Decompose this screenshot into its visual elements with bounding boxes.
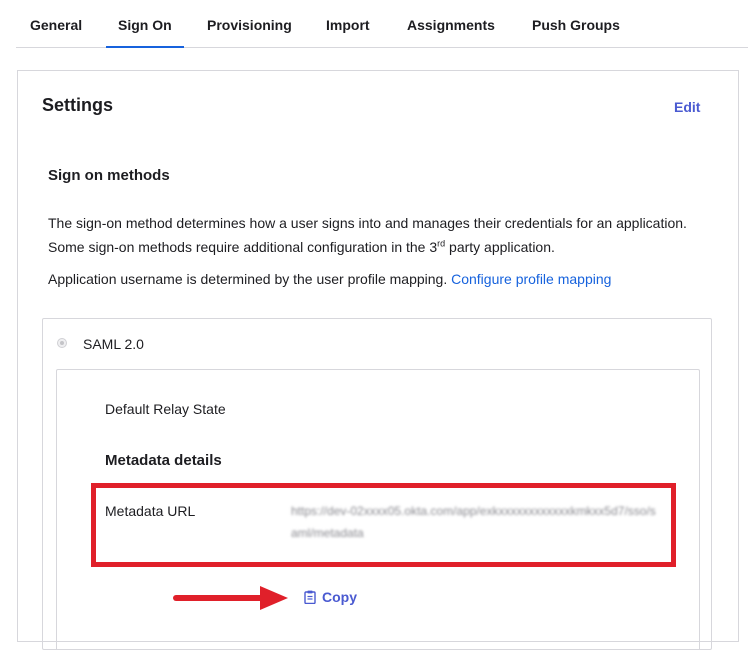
settings-title: Settings (42, 95, 114, 115)
profile-mapping-text: Application username is determined by th… (48, 271, 611, 287)
tab-general[interactable]: General (30, 0, 82, 47)
saml-option-label: SAML 2.0 (83, 336, 144, 352)
sign-on-description: The sign-on method determines how a user… (48, 211, 708, 259)
tab-assignments[interactable]: Assignments (407, 0, 495, 47)
tab-push-groups[interactable]: Push Groups (532, 0, 620, 47)
tab-import[interactable]: Import (326, 0, 370, 47)
clipboard-icon (304, 590, 316, 604)
edit-button[interactable]: Edit (674, 99, 700, 115)
tab-provisioning[interactable]: Provisioning (207, 0, 292, 47)
tab-sign-on[interactable]: Sign On (106, 0, 184, 48)
mapping-text: Application username is determined by th… (48, 271, 452, 287)
copy-button[interactable]: Copy (304, 589, 357, 605)
default-relay-state-label: Default Relay State (105, 401, 226, 417)
description-text-end: party application. (445, 239, 555, 255)
arrow-right-icon (173, 586, 288, 610)
metadata-details-title: Metadata details (105, 452, 222, 469)
description-superscript: rd (437, 238, 446, 249)
radio-icon[interactable] (57, 338, 67, 348)
configure-profile-mapping-link[interactable]: Configure profile mapping (451, 271, 611, 287)
copy-label: Copy (322, 589, 357, 605)
sign-on-methods-title: Sign on methods (48, 167, 170, 184)
tab-bar: General Sign On Provisioning Import Assi… (16, 0, 748, 48)
annotation-highlight-box (91, 483, 676, 567)
description-text: The sign-on method determines how a user… (48, 215, 687, 255)
